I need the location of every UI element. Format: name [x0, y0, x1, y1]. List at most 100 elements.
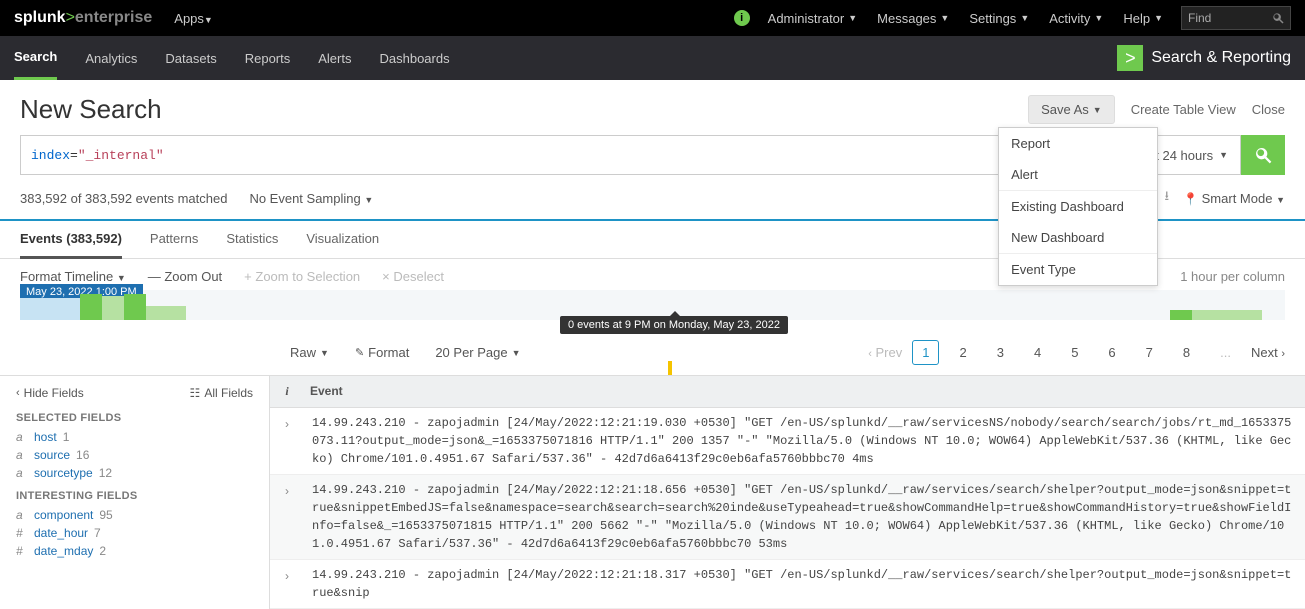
download-icon[interactable]: ⭳ [1165, 187, 1170, 209]
timeline[interactable]: May 23, 2022 1:00 PM 0 events at 9 PM on… [20, 290, 1285, 320]
field-date-mday[interactable]: #date_mday2 [16, 542, 253, 560]
tab-datasets[interactable]: Datasets [165, 36, 216, 80]
save-as-button[interactable]: Save As▼ Report Alert Existing Dashboard… [1028, 95, 1115, 124]
caret-down-icon: ▼ [117, 273, 126, 283]
create-table-view-link[interactable]: Create Table View [1131, 102, 1236, 117]
event-raw[interactable]: 14.99.243.210 - zapojadmin [24/May/2022:… [304, 481, 1305, 553]
selected-fields-title: SELECTED FIELDS [16, 412, 253, 424]
page-3[interactable]: 3 [987, 340, 1014, 365]
saveas-report[interactable]: Report [999, 128, 1157, 159]
run-search-button[interactable] [1241, 135, 1285, 175]
saveas-existing-dashboard[interactable]: Existing Dashboard [999, 190, 1157, 222]
caret-down-icon: ▼ [1219, 150, 1228, 160]
spl-string: "_internal" [78, 148, 164, 163]
logo-text-prefix: splunk [14, 9, 66, 26]
page-8[interactable]: 8 [1173, 340, 1200, 365]
hide-fields-link[interactable]: ‹ Hide Fields [16, 386, 84, 400]
event-raw[interactable]: 14.99.243.210 - zapojadmin [24/May/2022:… [304, 414, 1305, 468]
app-brand[interactable]: > Search & Reporting [1117, 45, 1291, 71]
tab-statistics[interactable]: Statistics [226, 221, 278, 258]
per-page-menu[interactable]: 20 Per Page ▼ [435, 345, 520, 360]
tab-analytics[interactable]: Analytics [85, 36, 137, 80]
caret-down-icon: ▼ [940, 13, 949, 23]
page-2[interactable]: 2 [949, 340, 976, 365]
list-toolbar: Raw ▼ ✎ Format 20 Per Page ▼ ‹ Prev 1 2 … [0, 326, 1305, 375]
page-5[interactable]: 5 [1061, 340, 1088, 365]
expand-row-icon[interactable]: › [270, 566, 304, 602]
tab-alerts[interactable]: Alerts [318, 36, 351, 80]
caret-down-icon: ▼ [512, 348, 521, 358]
settings-menu[interactable]: Settings▼ [969, 11, 1029, 26]
timeline-bar[interactable] [124, 294, 146, 320]
field-host[interactable]: ahost1 [16, 428, 253, 446]
search-icon [1272, 12, 1284, 24]
list-mode-menu[interactable]: Raw ▼ [290, 345, 329, 360]
field-sourcetype[interactable]: asourcetype12 [16, 464, 253, 482]
timeline-bar[interactable] [1192, 310, 1262, 320]
page-6[interactable]: 6 [1098, 340, 1125, 365]
activity-menu[interactable]: Activity▼ [1049, 11, 1103, 26]
timeline-bar[interactable] [20, 298, 80, 320]
events-table-head: i Event [270, 376, 1305, 408]
tab-search[interactable]: Search [14, 36, 57, 80]
event-row: › 14.99.243.210 - zapojadmin [24/May/202… [270, 560, 1305, 609]
saveas-alert[interactable]: Alert [999, 159, 1157, 190]
zoom-out-button[interactable]: — Zoom Out [148, 269, 222, 284]
search-mode-menu[interactable]: 📍 Smart Mode ▼ [1183, 191, 1285, 206]
all-fields-link[interactable]: ☷ All Fields [190, 386, 253, 400]
expand-row-icon[interactable]: › [270, 481, 304, 553]
chevron-right-icon: › [1281, 348, 1285, 360]
caret-down-icon: ▼ [1093, 105, 1102, 115]
main-split: ‹ Hide Fields ☷ All Fields SELECTED FIEL… [0, 375, 1305, 609]
field-source[interactable]: asource16 [16, 446, 253, 464]
format-timeline-menu[interactable]: Format Timeline ▼ [20, 269, 126, 284]
close-link[interactable]: Close [1252, 102, 1285, 117]
page-1[interactable]: 1 [912, 340, 939, 365]
saveas-event-type[interactable]: Event Type [999, 253, 1157, 285]
field-date-hour[interactable]: #date_hour7 [16, 524, 253, 542]
event-sampling-menu[interactable]: No Event Sampling ▼ [249, 191, 373, 206]
tab-patterns[interactable]: Patterns [150, 221, 198, 258]
col-event[interactable]: Event [304, 376, 349, 407]
search-input[interactable]: index="_internal" [20, 135, 1122, 175]
apps-menu[interactable]: Apps▼ [174, 11, 213, 26]
page-4[interactable]: 4 [1024, 340, 1051, 365]
fields-panel: ‹ Hide Fields ☷ All Fields SELECTED FIEL… [0, 376, 270, 609]
event-row: › 14.99.243.210 - zapojadmin [24/May/202… [270, 408, 1305, 475]
timeline-bar[interactable] [102, 296, 124, 320]
timeline-bar[interactable] [146, 306, 186, 320]
col-info[interactable]: i [270, 376, 304, 407]
page-7[interactable]: 7 [1136, 340, 1163, 365]
timeline-bar[interactable] [1170, 310, 1192, 320]
next-page[interactable]: Next › [1251, 345, 1285, 360]
timeline-scale-label: 1 hour per column [1180, 269, 1285, 284]
splunk-logo: splunk>enterprise [14, 9, 152, 27]
format-menu[interactable]: ✎ Format [355, 345, 409, 360]
topbar-right: i Administrator▼ Messages▼ Settings▼ Act… [734, 6, 1291, 30]
timeline-bar[interactable] [80, 294, 102, 320]
expand-row-icon[interactable]: › [270, 414, 304, 468]
page-head: New Search Save As▼ Report Alert Existin… [0, 80, 1305, 135]
nav-tabs: Search Analytics Datasets Reports Alerts… [14, 36, 450, 80]
messages-menu[interactable]: Messages▼ [877, 11, 949, 26]
find-input[interactable]: Find [1181, 6, 1291, 30]
app-icon: > [1117, 45, 1143, 71]
page-more: ... [1210, 340, 1241, 365]
tab-reports[interactable]: Reports [245, 36, 291, 80]
caret-down-icon: ▼ [1276, 195, 1285, 205]
tab-visualization[interactable]: Visualization [306, 221, 379, 258]
pencil-icon: ✎ [355, 346, 364, 359]
tab-events[interactable]: Events (383,592) [20, 221, 122, 259]
saveas-new-dashboard[interactable]: New Dashboard [999, 222, 1157, 253]
pin-icon: 📍 [1183, 192, 1198, 206]
info-icon[interactable]: i [734, 10, 750, 26]
cursor-marker [668, 361, 672, 375]
tab-dashboards[interactable]: Dashboards [379, 36, 449, 80]
event-raw[interactable]: 14.99.243.210 - zapojadmin [24/May/2022:… [304, 566, 1305, 602]
help-menu[interactable]: Help▼ [1123, 11, 1163, 26]
caret-down-icon: ▼ [320, 348, 329, 358]
field-component[interactable]: acomponent95 [16, 506, 253, 524]
administrator-menu[interactable]: Administrator▼ [768, 11, 858, 26]
interesting-fields-title: INTERESTING FIELDS [16, 490, 253, 502]
save-as-dropdown: Report Alert Existing Dashboard New Dash… [998, 127, 1158, 286]
